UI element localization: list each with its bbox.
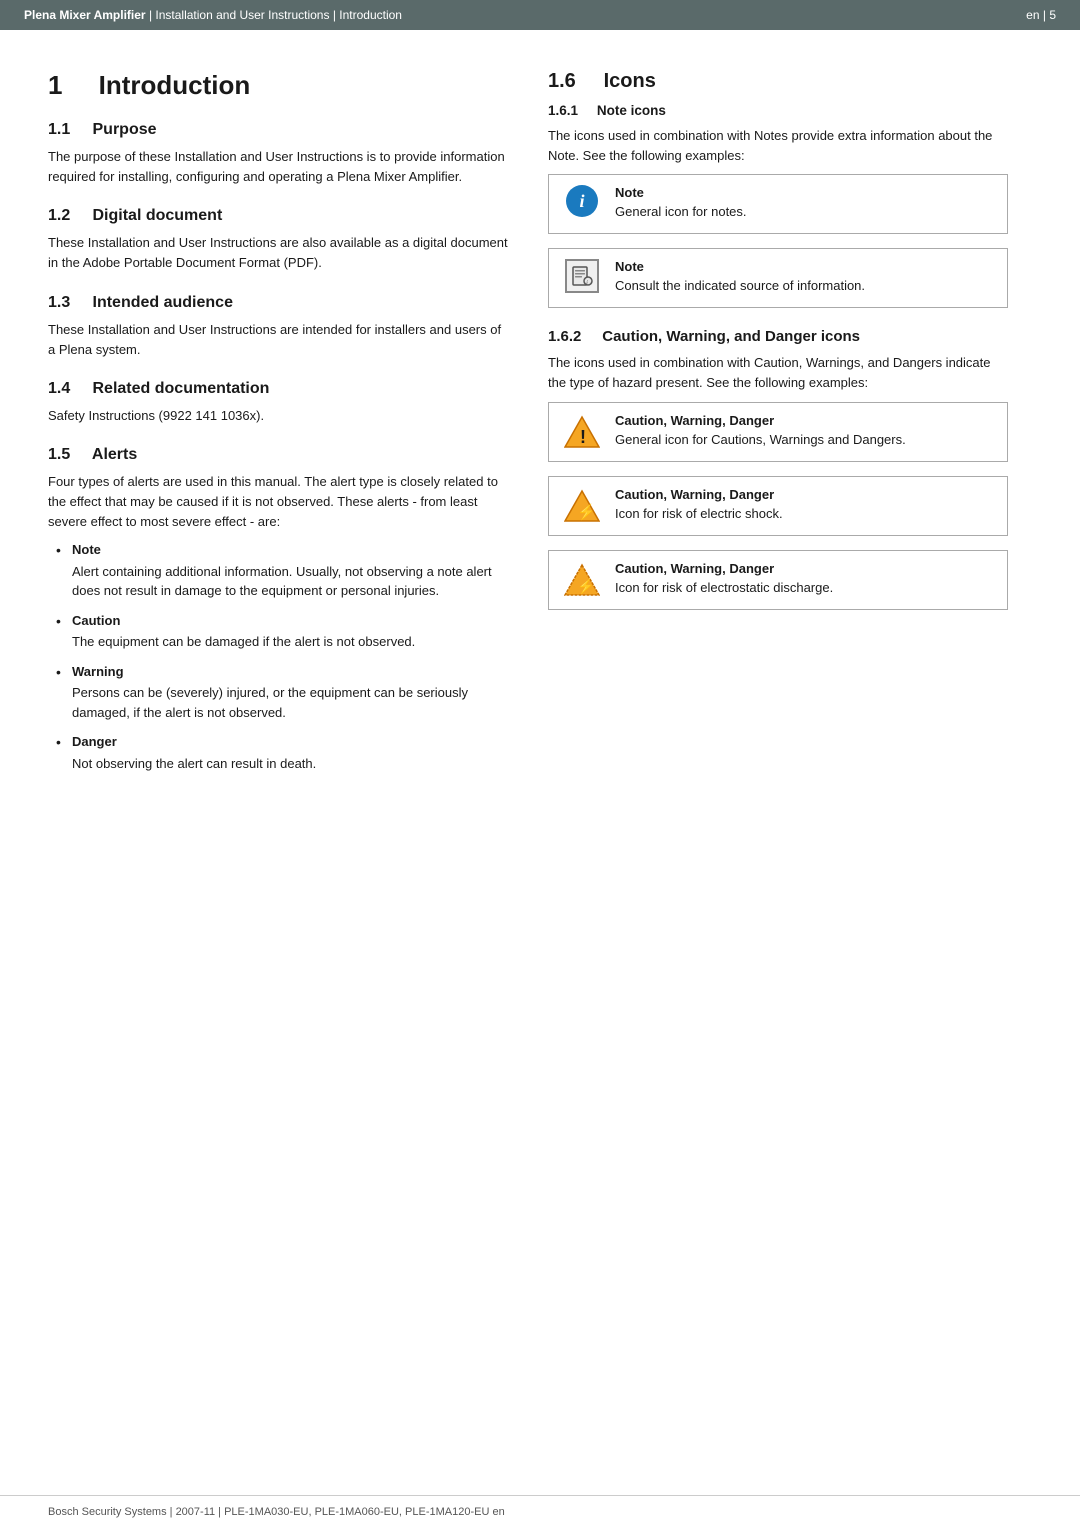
caution-box-general-text: General icon for Cautions, Warnings and … bbox=[615, 431, 995, 450]
warning-static-icon: ⚡ bbox=[563, 561, 601, 599]
svg-text:⚡: ⚡ bbox=[577, 578, 594, 595]
main-content: 1 Introduction 1.1 Purpose The purpose o… bbox=[0, 30, 1080, 843]
note-box-book-content: Note Consult the indicated source of inf… bbox=[615, 259, 995, 296]
alert-danger: Danger Not observing the alert can resul… bbox=[56, 732, 508, 773]
alerts-list: Note Alert containing additional informa… bbox=[48, 540, 508, 773]
warning-static-icon-area: ⚡ bbox=[561, 561, 603, 599]
right-column: 1.6 Icons 1.6.1 Note icons The icons use… bbox=[548, 62, 1008, 783]
warning-general-icon: ! bbox=[563, 413, 601, 451]
section-1-4: 1.4 Related documentation Safety Instruc… bbox=[48, 380, 508, 426]
section-1-4-title: 1.4 Related documentation bbox=[48, 380, 508, 398]
footer: Bosch Security Systems | 2007-11 | PLE-1… bbox=[0, 1495, 1080, 1528]
alert-warning: Warning Persons can be (severely) injure… bbox=[56, 662, 508, 723]
section-1-1: 1.1 Purpose The purpose of these Install… bbox=[48, 121, 508, 187]
warning-general-icon-area: ! bbox=[561, 413, 603, 451]
section-1-3-text: These Installation and User Instructions… bbox=[48, 320, 508, 360]
caution-box-general-title: Caution, Warning, Danger bbox=[615, 413, 995, 428]
page-number: en | 5 bbox=[1026, 8, 1056, 22]
section-1-6-2-intro: The icons used in combination with Cauti… bbox=[548, 353, 1008, 393]
section-1-6-title: 1.6 Icons bbox=[548, 70, 1008, 93]
main-section-title: 1 Introduction bbox=[48, 70, 508, 101]
note-box-book-text: Consult the indicated source of informat… bbox=[615, 277, 995, 296]
caution-box-electric-content: Caution, Warning, Danger Icon for risk o… bbox=[615, 487, 995, 524]
section-1-6-1: 1.6.1 Note icons The icons used in combi… bbox=[548, 103, 1008, 308]
footer-text: Bosch Security Systems | 2007-11 | PLE-1… bbox=[48, 1506, 505, 1518]
header-subtitle: Installation and User Instructions | Int… bbox=[155, 8, 402, 22]
section-1-6-1-intro: The icons used in combination with Notes… bbox=[548, 126, 1008, 166]
section-1-5-intro: Four types of alerts are used in this ma… bbox=[48, 472, 508, 532]
section-1-6-2: 1.6.2 Caution, Warning, and Danger icons… bbox=[548, 328, 1008, 609]
book-icon-area: i bbox=[561, 259, 603, 293]
info-circle-icon-area: i bbox=[561, 185, 603, 217]
caution-box-static-text: Icon for risk of electrostatic discharge… bbox=[615, 579, 995, 598]
caution-box-electric: ⚡ Caution, Warning, Danger Icon for risk… bbox=[548, 476, 1008, 536]
caution-box-general: ! Caution, Warning, Danger General icon … bbox=[548, 402, 1008, 462]
book-icon: i bbox=[565, 259, 599, 293]
caution-box-static: ⚡ Caution, Warning, Danger Icon for risk… bbox=[548, 550, 1008, 610]
svg-text:i: i bbox=[586, 279, 588, 287]
product-name: Plena Mixer Amplifier bbox=[24, 8, 146, 22]
note-box-book: i Note Consult the indicated source of i… bbox=[548, 248, 1008, 308]
note-box-general-text: General icon for notes. bbox=[615, 203, 995, 222]
section-1-6-1-title: 1.6.1 Note icons bbox=[548, 103, 1008, 118]
note-box-book-title: Note bbox=[615, 259, 995, 274]
section-1-1-text: The purpose of these Installation and Us… bbox=[48, 147, 508, 187]
section-1-3-title: 1.3 Intended audience bbox=[48, 294, 508, 312]
info-circle-icon: i bbox=[566, 185, 598, 217]
section-1-1-title: 1.1 Purpose bbox=[48, 121, 508, 139]
alert-caution: Caution The equipment can be damaged if … bbox=[56, 611, 508, 652]
alert-note: Note Alert containing additional informa… bbox=[56, 540, 508, 601]
warning-electric-icon: ⚡ bbox=[563, 487, 601, 525]
note-box-general: i Note General icon for notes. bbox=[548, 174, 1008, 234]
left-column: 1 Introduction 1.1 Purpose The purpose o… bbox=[48, 62, 508, 783]
section-1-3: 1.3 Intended audience These Installation… bbox=[48, 294, 508, 360]
header-title: Plena Mixer Amplifier | Installation and… bbox=[24, 8, 402, 22]
warning-electric-icon-area: ⚡ bbox=[561, 487, 603, 525]
section-1-2-title: 1.2 Digital document bbox=[48, 207, 508, 225]
header-bar: Plena Mixer Amplifier | Installation and… bbox=[0, 0, 1080, 30]
caution-box-electric-title: Caution, Warning, Danger bbox=[615, 487, 995, 502]
section-1-5: 1.5 Alerts Four types of alerts are used… bbox=[48, 446, 508, 773]
section-1-4-text: Safety Instructions (9922 141 1036x). bbox=[48, 406, 508, 426]
caution-box-general-content: Caution, Warning, Danger General icon fo… bbox=[615, 413, 995, 450]
section-1-2: 1.2 Digital document These Installation … bbox=[48, 207, 508, 273]
caution-box-static-title: Caution, Warning, Danger bbox=[615, 561, 995, 576]
note-box-general-content: Note General icon for notes. bbox=[615, 185, 995, 222]
caution-box-static-content: Caution, Warning, Danger Icon for risk o… bbox=[615, 561, 995, 598]
caution-box-electric-text: Icon for risk of electric shock. bbox=[615, 505, 995, 524]
section-1-6-2-title: 1.6.2 Caution, Warning, and Danger icons bbox=[548, 328, 1008, 345]
section-1-5-title: 1.5 Alerts bbox=[48, 446, 508, 464]
note-box-general-title: Note bbox=[615, 185, 995, 200]
svg-text:!: ! bbox=[580, 427, 586, 447]
section-1-2-text: These Installation and User Instructions… bbox=[48, 233, 508, 273]
svg-text:⚡: ⚡ bbox=[577, 503, 596, 521]
